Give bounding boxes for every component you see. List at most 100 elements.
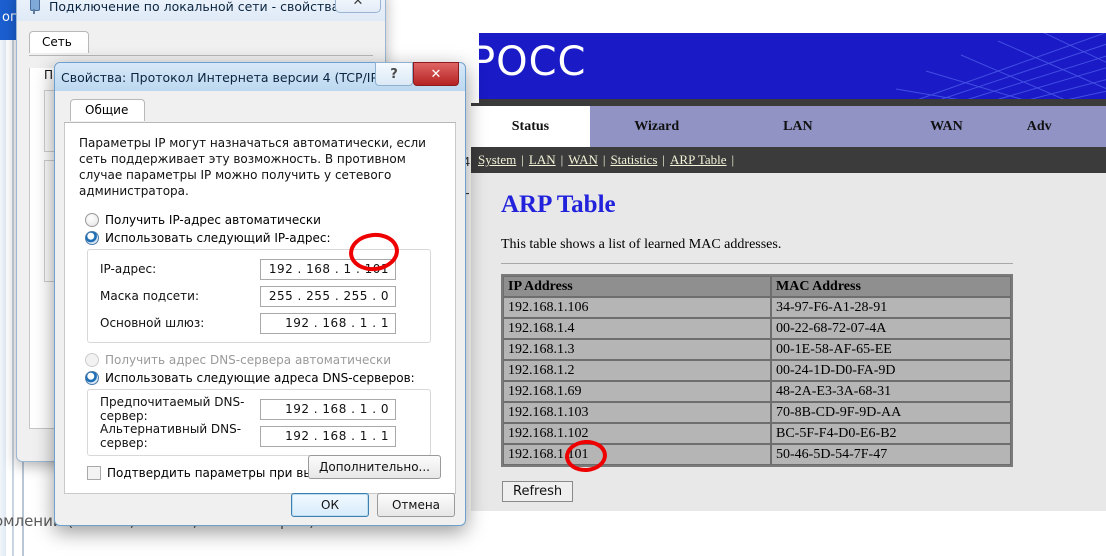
tab-network[interactable]: Сеть (29, 31, 89, 53)
field-ip-address-label: IP-адрес: (100, 262, 157, 276)
lan-window-title: Подключение по локальной сети - свойства (49, 0, 340, 14)
table-row-highlighted: 192.168.1.101 50-46-5D-54-7F-47 (503, 444, 1011, 465)
page-title: ARP Table (501, 191, 616, 218)
cell-ip: 192.168.1.102 (503, 423, 771, 444)
table-row: 192.168.1.106 34-97-F6-A1-28-91 (503, 297, 1011, 318)
table-row: 192.168.1.69 48-2A-E3-3A-68-31 (503, 381, 1011, 402)
router-logo: РОСС (479, 39, 587, 85)
field-alternate-dns-label: Альтернативный DNS-сервер: (100, 422, 242, 450)
router-submenu[interactable]: System | LAN | WAN | Statistics | ARP Table | (471, 147, 1106, 173)
nav-tab-lan[interactable]: LAN (724, 106, 873, 147)
preferred-dns-input[interactable]: 192 . 168 . 1 . 0 (260, 398, 396, 420)
ip-address-input[interactable]: 192 . 168 . 1 . 101 (260, 258, 396, 280)
column-header-ip: IP Address (503, 276, 771, 297)
lan-window-titlebar[interactable]: Подключение по локальной сети - свойства… (17, 0, 385, 21)
radio-use-following-dns[interactable]: Использовать следующие адреса DNS-сервер… (85, 371, 441, 385)
radio-icon (85, 213, 99, 227)
cell-ip: 192.168.1.103 (503, 402, 771, 423)
submenu-item-arp-table[interactable]: ARP Table (665, 152, 732, 168)
radio-use-following-dns-label: Использовать следующие адреса DNS-сервер… (105, 371, 415, 385)
tcpip4-properties-window: Свойства: Протокол Интернета версии 4 (T… (54, 62, 466, 526)
submenu-item-wan[interactable]: WAN (563, 152, 603, 168)
arp-table: IP Address MAC Address 192.168.1.106 34-9… (501, 274, 1013, 467)
refresh-button[interactable]: Refresh (502, 481, 574, 502)
cell-ip: 192.168.1.2 (503, 360, 771, 381)
close-icon[interactable]: ✕ (335, 0, 381, 13)
radio-selected-icon (85, 231, 99, 245)
cancel-button[interactable]: Отмена (377, 493, 455, 517)
field-preferred-dns[interactable]: Предпочитаемый DNS-сервер: 192 . 168 . 1… (100, 395, 420, 423)
table-row: 192.168.1.2 00-24-1D-D0-FA-9D (503, 360, 1011, 381)
tcp-footer-buttons: ОК Отмена (291, 493, 455, 517)
cell-ip: 192.168.1.3 (503, 339, 771, 360)
ip-settings-group: IP-адрес: 192 . 168 . 1 . 101 Маска подс… (87, 249, 431, 343)
window-edge-sliver-2 (12, 0, 14, 556)
field-alternate-dns[interactable]: Альтернативный DNS-сервер: 192 . 168 . 1… (100, 422, 420, 450)
router-web-interface: РОСС Status Wizard LAN WAN Adv System | L… (471, 33, 1106, 511)
cell-mac: 00-1E-58-AF-65-EE (771, 339, 1011, 360)
tcp-window-title: Свойства: Протокол Интернета версии 4 (T… (61, 69, 399, 85)
radio-obtain-ip-automatically-label: Получить IP-адрес автоматически (105, 213, 321, 227)
divider (501, 263, 1013, 264)
nav-tab-advanced[interactable]: Adv (1021, 106, 1106, 147)
cell-mac: 00-22-68-72-07-4A (771, 318, 1011, 339)
dns-settings-group: Предпочитаемый DNS-сервер: 192 . 168 . 1… (87, 389, 431, 456)
tcp-description: Параметры IP могут назначаться автоматич… (79, 136, 426, 198)
radio-selected-icon (85, 371, 99, 385)
cell-ip: 192.168.1.101 (503, 444, 771, 465)
tcp-tabstrip[interactable]: Общие (64, 99, 456, 123)
field-preferred-dns-label: Предпочитаемый DNS-сервер: (100, 395, 245, 423)
cell-mac: 50-46-5D-54-7F-47 (771, 444, 1011, 465)
alternate-dns-input[interactable]: 192 . 168 . 1 . 1 (260, 425, 396, 447)
radio-obtain-ip-automatically[interactable]: Получить IP-адрес автоматически (85, 213, 441, 227)
field-default-gateway-label: Основной шлюз: (100, 316, 205, 330)
table-row: 192.168.1.4 00-22-68-72-07-4A (503, 318, 1011, 339)
nav-tab-wan[interactable]: WAN (872, 106, 1021, 147)
tcp-window-body: Общие Параметры IP могут назначаться авт… (55, 91, 465, 517)
cell-ip: 192.168.1.69 (503, 381, 771, 402)
radio-obtain-dns-automatically[interactable]: Получить адрес DNS-сервера автоматически (85, 353, 441, 367)
tcp-window-titlebar[interactable]: Свойства: Протокол Интернета версии 4 (T… (55, 62, 465, 91)
mesh-graphic-icon (895, 33, 1106, 99)
cell-mac: 00-24-1D-D0-FA-9D (771, 360, 1011, 381)
help-icon[interactable]: ? (375, 62, 413, 86)
submenu-sep-5: | (731, 152, 735, 167)
cell-mac: BC-5F-F4-D0-E6-B2 (771, 423, 1011, 444)
nav-tab-status-label: Status (511, 118, 550, 134)
submenu-item-lan[interactable]: LAN (524, 152, 561, 168)
radio-use-following-ip[interactable]: Использовать следующий IP-адрес: (85, 231, 441, 245)
nav-tab-advanced-label: Adv (1026, 118, 1052, 134)
nav-tab-status[interactable]: Status (471, 106, 590, 147)
cell-ip: 192.168.1.4 (503, 318, 771, 339)
field-ip-address[interactable]: IP-адрес: 192 . 168 . 1 . 101 (100, 258, 420, 280)
radio-icon (85, 353, 99, 367)
submenu-item-system[interactable]: System (473, 152, 521, 168)
field-default-gateway[interactable]: Основной шлюз: 192 . 168 . 1 . 1 (100, 312, 420, 334)
cell-mac: 48-2A-E3-3A-68-31 (771, 381, 1011, 402)
default-gateway-input[interactable]: 192 . 168 . 1 . 1 (260, 312, 396, 334)
lan-tabstrip[interactable]: Сеть (29, 31, 373, 56)
field-subnet-mask-label: Маска подсети: (100, 289, 200, 303)
router-nav-tabs[interactable]: Status Wizard LAN WAN Adv (471, 103, 1106, 147)
table-row: 192.168.1.103 70-8B-CD-9F-9D-AA (503, 402, 1011, 423)
close-icon[interactable]: ✕ (413, 62, 459, 86)
nav-tab-wizard[interactable]: Wizard (590, 106, 724, 147)
cell-mac: 70-8B-CD-9F-9D-AA (771, 402, 1011, 423)
router-content: ARP Table This table shows a list of lea… (471, 173, 1106, 511)
radio-use-following-ip-label: Использовать следующий IP-адрес: (105, 231, 331, 245)
cell-ip: 192.168.1.106 (503, 297, 771, 318)
table-row: 192.168.1.102 BC-5F-F4-D0-E6-B2 (503, 423, 1011, 444)
advanced-button[interactable]: Дополнительно... (308, 455, 441, 479)
radio-obtain-dns-automatically-label: Получить адрес DNS-сервера автоматически (105, 353, 392, 367)
nav-tab-wizard-label: Wizard (634, 118, 680, 134)
cell-mac: 34-97-F6-A1-28-91 (771, 297, 1011, 318)
tab-general[interactable]: Общие (70, 99, 146, 121)
ok-button[interactable]: ОК (291, 493, 369, 517)
field-subnet-mask[interactable]: Маска подсети: 255 . 255 . 255 . 0 (100, 285, 420, 307)
subnet-mask-input[interactable]: 255 . 255 . 255 . 0 (260, 285, 396, 307)
window-edge-sliver-1 (0, 0, 6, 556)
table-header-row: IP Address MAC Address (503, 276, 1011, 297)
tcp-general-panel: Параметры IP могут назначаться автоматич… (64, 123, 456, 494)
page-description: This table shows a list of learned MAC a… (501, 237, 782, 252)
submenu-item-statistics[interactable]: Statistics (605, 152, 662, 168)
